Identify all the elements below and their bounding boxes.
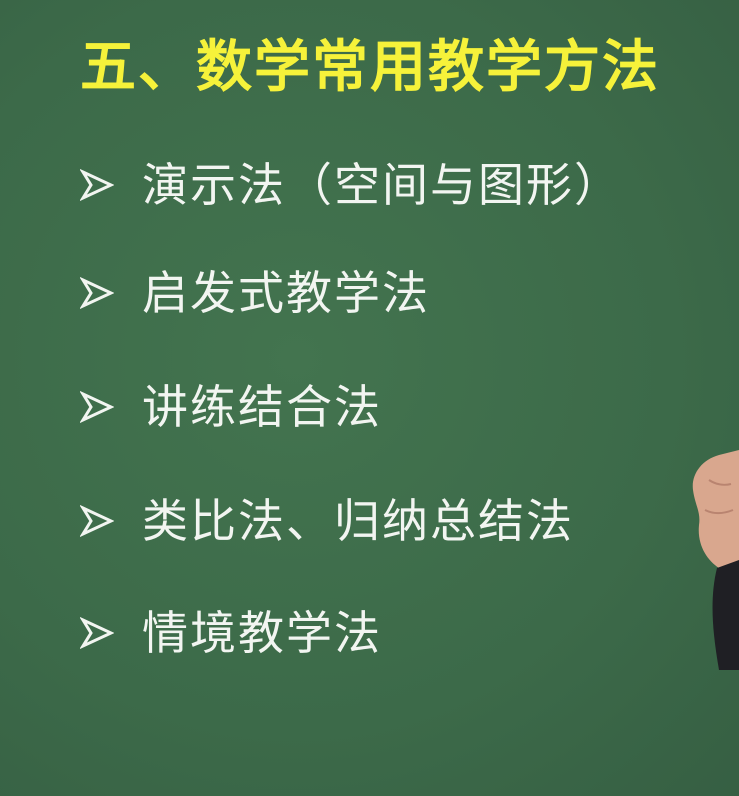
- list-item: 类比法、归纳总结法: [80, 486, 574, 556]
- list-item-label: 启发式教学法: [142, 266, 430, 320]
- slide-title: 五、数学常用教学方法: [80, 35, 660, 100]
- arrow-bullet-icon: [80, 390, 114, 424]
- arrow-bullet-icon: [80, 616, 114, 650]
- list-item-label: 讲练结合法: [142, 380, 382, 434]
- list-item: 演示法（空间与图形）: [80, 150, 622, 220]
- list-item-label: 演示法（空间与图形）: [142, 158, 622, 212]
- presenter-hand: [692, 450, 739, 670]
- list-item-label: 类比法、归纳总结法: [142, 494, 574, 548]
- list-item: 情境教学法: [80, 598, 382, 668]
- list-item-label: 情境教学法: [142, 606, 382, 660]
- list-item: 启发式教学法: [80, 258, 430, 328]
- arrow-bullet-icon: [80, 168, 114, 202]
- arrow-bullet-icon: [80, 276, 114, 310]
- arrow-bullet-icon: [80, 504, 114, 538]
- list-item: 讲练结合法: [80, 372, 382, 442]
